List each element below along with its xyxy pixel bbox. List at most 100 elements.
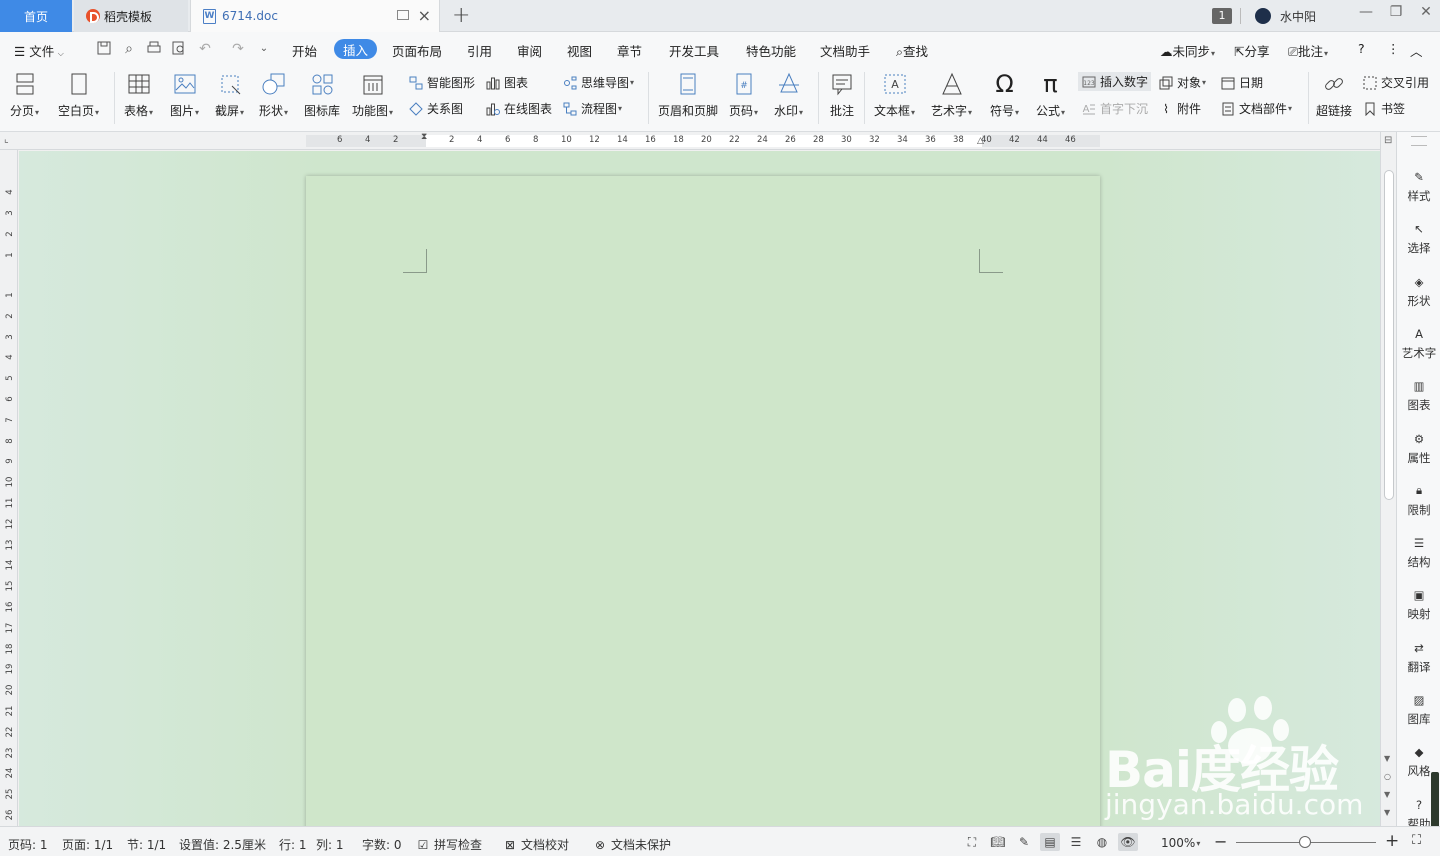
vertical-ruler[interactable]: 4 3 2 1 1 2 3 4 5 6 7 8 9 10 11 12 13 14 15 16 17 18 19 20 21 22 2… [0, 150, 18, 826]
reading-mode-icon[interactable]: 📖︎ [988, 833, 1008, 851]
file-menu[interactable]: ☰ 文件 ⌵ [14, 41, 64, 60]
insert-number-button[interactable]: 123 插入数字 [1078, 72, 1152, 91]
blank-page-button[interactable]: 空白页▾ [58, 70, 99, 119]
table-button[interactable]: 表格▾ [124, 70, 153, 119]
flowchart-button[interactable]: 流程图 ▾ [562, 100, 622, 117]
print-icon[interactable] [146, 41, 162, 57]
attachment-button[interactable]: ⌇ 附件 [1158, 100, 1201, 117]
side-panel-chart[interactable]: ▥ 图表 [1397, 377, 1440, 413]
fullscreen-icon[interactable]: ⛶ [962, 833, 982, 851]
icon-library-button[interactable]: 图标库 [304, 70, 340, 119]
more-icon[interactable]: ⋮ [1387, 41, 1400, 56]
header-footer-button[interactable]: 页眉和页脚 [658, 70, 718, 119]
mind-map-button[interactable]: 思维导图 ▾ [562, 74, 634, 91]
tab-stop-icon[interactable]: ⌞ [4, 134, 9, 145]
status-row[interactable]: 行: 1 [279, 836, 307, 853]
wordart-button[interactable]: 艺术字▾ [931, 70, 972, 119]
side-panel-shape[interactable]: ◈ 形状 [1397, 273, 1440, 309]
format-painter-icon[interactable]: ⌕ [121, 41, 137, 57]
save-icon[interactable] [96, 41, 112, 57]
doc-protection-button[interactable]: ⊗ 文档未保护 [593, 836, 671, 853]
horizontal-ruler[interactable]: ⌞ 6 4 2 2 4 6 8 10 12 14 16 18 20 22 24 26 28 30 32 34 36 38 4… [0, 132, 1380, 150]
zoom-level-dropdown[interactable]: 100% ▾ [1161, 836, 1200, 850]
collapse-ribbon-icon[interactable]: ︿ [1410, 41, 1423, 60]
side-panel-style[interactable]: ✎ 样式 [1397, 168, 1440, 204]
watermark-button[interactable]: 水印▾ [774, 70, 803, 119]
status-section[interactable]: 节: 1/1 [127, 836, 166, 853]
zoom-in-icon[interactable]: + [1385, 831, 1399, 851]
zoom-out-icon[interactable]: − [1214, 832, 1227, 851]
side-panel-properties[interactable]: ⚙ 属性 [1397, 430, 1440, 466]
outline-view-icon[interactable]: ☰ [1066, 833, 1086, 851]
prev-page-icon[interactable]: ○ [1384, 772, 1391, 781]
spell-check-button[interactable]: ☑ 拼写检查 [416, 836, 482, 853]
drop-cap-button[interactable]: A 首字下沉 [1081, 100, 1148, 117]
menu-view[interactable]: 视图 [567, 41, 592, 60]
vertical-scrollbar[interactable]: ⊟ ▼ ○ ▼ ▼ [1380, 132, 1396, 826]
doc-parts-button[interactable]: 文档部件 ▾ [1220, 100, 1292, 117]
undo-icon[interactable]: ↶ [197, 41, 213, 57]
document-canvas[interactable] [19, 151, 1380, 826]
float-window-icon[interactable] [397, 10, 409, 20]
close-window-button[interactable]: ✕ [1416, 4, 1436, 20]
sync-button[interactable]: ☁未同步▾ [1160, 41, 1215, 60]
web-view-icon[interactable]: ◍ [1092, 833, 1112, 851]
page-number-button[interactable]: # 页码▾ [729, 70, 758, 119]
window-count-badge[interactable]: 1 [1212, 8, 1232, 24]
page-view-icon[interactable]: ▤ [1040, 833, 1060, 851]
status-page-number[interactable]: 页码: 1 [8, 836, 48, 853]
page-break-button[interactable]: 分页▾ [10, 70, 39, 119]
status-word-count[interactable]: 字数: 0 [362, 836, 402, 853]
formula-button[interactable]: π 公式▾ [1036, 70, 1065, 119]
side-panel-gallery[interactable]: ▨ 图库 [1397, 691, 1440, 727]
new-tab-button[interactable]: + [452, 3, 470, 28]
shape-button[interactable]: 形状▾ [259, 70, 288, 119]
quick-access-dropdown-icon[interactable]: ⌄ [256, 41, 272, 57]
hyperlink-button[interactable]: 超链接 [1316, 70, 1352, 119]
menu-references[interactable]: 引用 [467, 41, 492, 60]
status-column[interactable]: 列: 1 [316, 836, 344, 853]
cross-reference-button[interactable]: 交叉引用 [1362, 74, 1429, 91]
scroll-down-arrow-icon[interactable]: ▼ [1384, 754, 1390, 763]
menu-review[interactable]: 审阅 [517, 41, 542, 60]
online-chart-button[interactable]: 在线图表 [485, 100, 552, 117]
side-panel-wordart[interactable]: A 艺术字 [1397, 325, 1440, 361]
object-button[interactable]: 对象 ▾ [1158, 74, 1206, 91]
tab-home[interactable]: 首页 [0, 0, 72, 32]
menu-page-layout[interactable]: 页面布局 [392, 41, 442, 60]
picture-button[interactable]: 图片▾ [170, 70, 199, 119]
panel-resize-grip[interactable] [1431, 772, 1439, 828]
fit-window-icon[interactable]: ⛶ [1412, 833, 1421, 848]
smart-art-button[interactable]: 智能图形 [408, 74, 475, 91]
menu-doc-assistant[interactable]: 文档助手 [820, 41, 870, 60]
scroll-down-arrow-icon[interactable]: ▼ [1384, 808, 1390, 817]
status-setting[interactable]: 设置值: 2.5厘米 [179, 836, 266, 853]
bookmark-button[interactable]: 书签 [1362, 100, 1405, 117]
date-button[interactable]: 日期 [1220, 74, 1263, 91]
side-panel-mapping[interactable]: ▣ 映射 [1397, 586, 1440, 622]
symbol-button[interactable]: Ω 符号▾ [990, 70, 1019, 119]
annotation-button[interactable]: 批注 [828, 70, 856, 119]
search-button[interactable]: ⌕查找 [896, 41, 928, 60]
chart-button[interactable]: 图表 [485, 74, 528, 91]
doc-proofread-button[interactable]: ⊠ 文档校对 [503, 836, 569, 853]
next-page-icon[interactable]: ▼ [1384, 790, 1390, 799]
side-panel-translate[interactable]: ⇄ 翻译 [1397, 639, 1440, 675]
document-page[interactable] [306, 176, 1100, 826]
menu-section[interactable]: 章节 [617, 41, 642, 60]
avatar[interactable] [1255, 8, 1271, 24]
menu-insert[interactable]: 插入 [334, 39, 377, 59]
username[interactable]: 水中阳 [1280, 8, 1316, 25]
comment-button[interactable]: ⎚批注▾ [1288, 41, 1328, 60]
relation-chart-button[interactable]: 关系图 [408, 100, 463, 117]
share-button[interactable]: ⇱分享 [1234, 41, 1270, 60]
tab-document[interactable]: W 6714.doc × [190, 0, 440, 32]
scrollbar-thumb[interactable] [1384, 170, 1394, 500]
zoom-slider-knob[interactable] [1299, 836, 1311, 848]
side-panel-restrict[interactable]: 🔒︎ 限制 [1397, 482, 1440, 518]
tab-template[interactable]: 稻壳模板 [74, 0, 188, 32]
indent-marker-icon[interactable]: ⧗ [421, 132, 427, 142]
print-preview-icon[interactable] [171, 41, 187, 57]
split-view-icon[interactable]: ⊟ [1384, 135, 1392, 146]
menu-features[interactable]: 特色功能 [746, 41, 796, 60]
